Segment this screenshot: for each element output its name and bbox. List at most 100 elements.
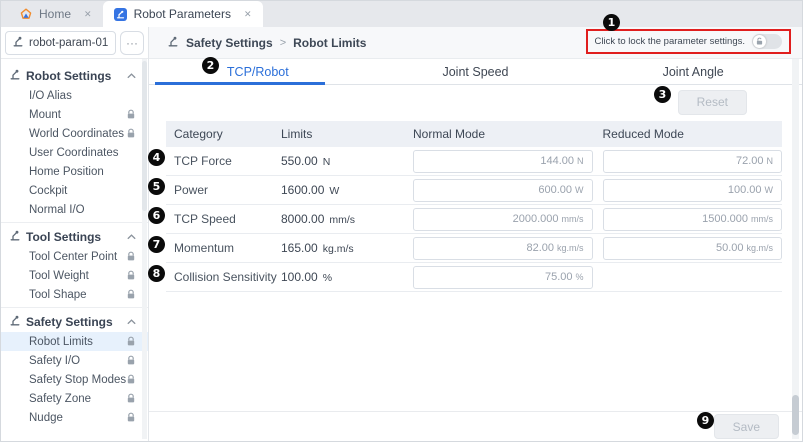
parameter-set-selector[interactable]: robot-param-01: [5, 31, 116, 55]
table-row-collision-sensitivity: Collision Sensitivity 100.00% 75.00%: [166, 263, 782, 292]
input-value: 2000.000: [513, 213, 559, 225]
sidebar-item-tool-weight[interactable]: Tool Weight: [1, 266, 148, 285]
sidebar-item-label: Safety Zone: [29, 393, 91, 405]
sidebar-item-tool-center-point[interactable]: Tool Center Point: [1, 247, 148, 266]
annotation-badge-9: 9: [697, 412, 714, 429]
normal-mode-input[interactable]: 82.00kg.m/s: [413, 237, 593, 260]
reduced-mode-input[interactable]: 1500.000mm/s: [603, 208, 783, 231]
sidebar-section-safety-settings[interactable]: Safety Settings: [1, 311, 148, 332]
input-unit: W: [575, 185, 584, 195]
sidebar-item-safety-stop-modes[interactable]: Safety Stop Modes: [1, 370, 148, 389]
more-options-button[interactable]: ···: [120, 31, 144, 55]
annotation-badge-1: 1: [603, 14, 620, 31]
robot-arm-icon: [9, 314, 21, 329]
limit-value: 100.00%: [281, 270, 403, 284]
input-unit: W: [765, 185, 774, 195]
limits-tab-strip: TCP/RobotJoint SpeedJoint Angle: [149, 59, 802, 85]
content-scrollbar-thumb[interactable]: [792, 395, 799, 435]
sidebar-item-label: Mount: [29, 109, 61, 121]
input-unit: mm/s: [751, 214, 773, 224]
parameter-lock-toggle[interactable]: [752, 34, 782, 49]
input-value: 1500.000: [702, 213, 748, 225]
table-row-tcp-speed: TCP Speed8000.00mm/s2000.000mm/s1500.000…: [166, 205, 782, 234]
normal-mode-input[interactable]: 600.00W: [413, 179, 593, 202]
reset-button[interactable]: Reset: [678, 90, 747, 115]
close-icon[interactable]: ✕: [244, 9, 252, 20]
sidebar-item-label: Home Position: [29, 166, 104, 178]
sidebar-header: robot-param-01 ···: [1, 27, 148, 59]
sidebar-section-tool-settings[interactable]: Tool Settings: [1, 226, 148, 247]
annotation-badge-4: 4: [148, 149, 165, 166]
sidebar-item-user-coordinates[interactable]: User Coordinates: [1, 143, 148, 162]
window-tab-bar: Home✕ Robot Parameters ✕: [1, 1, 803, 27]
content-header: Safety Settings > Robot Limits Click to …: [149, 27, 802, 59]
main-content: Safety Settings > Robot Limits Click to …: [149, 27, 802, 441]
save-button[interactable]: Save: [714, 414, 779, 439]
sidebar-item-home-position[interactable]: Home Position: [1, 162, 148, 181]
sidebar-item-tool-shape[interactable]: Tool Shape: [1, 285, 148, 304]
content-scrollbar[interactable]: [792, 59, 799, 439]
reduced-mode-input[interactable]: 72.00N: [603, 150, 783, 173]
lock-icon: [126, 374, 136, 385]
sidebar-section-label: Tool Settings: [26, 230, 101, 244]
reduced-mode-input[interactable]: 100.00W: [603, 179, 783, 202]
chevron-up-icon: [127, 73, 136, 79]
sidebar-item-world-coordinates[interactable]: World Coordinates: [1, 124, 148, 143]
section-divider: [1, 222, 148, 223]
window-tab-home[interactable]: Home✕: [9, 1, 103, 27]
sidebar-item-label: Tool Weight: [29, 270, 89, 282]
sidebar-scrollbar-thumb[interactable]: [142, 61, 147, 211]
window-tab-label: Robot Parameters: [134, 7, 231, 21]
sidebar-item-robot-limits[interactable]: Robot Limits: [1, 332, 148, 351]
close-icon[interactable]: ✕: [84, 9, 92, 20]
input-value: 50.00: [716, 242, 744, 254]
sidebar-item-label: Nudge: [29, 412, 63, 424]
normal-mode-input[interactable]: 2000.000mm/s: [413, 208, 593, 231]
column-header-reduced-mode: Reduced Mode: [603, 127, 783, 141]
input-value: 72.00: [736, 155, 764, 167]
tab-joint-speed[interactable]: Joint Speed: [367, 59, 585, 84]
lock-hint-text: Click to lock the parameter settings.: [595, 36, 745, 47]
sidebar-item-i-o-alias[interactable]: I/O Alias: [1, 86, 148, 105]
normal-mode-input[interactable]: 144.00N: [413, 150, 593, 173]
category-label: Power: [166, 183, 271, 197]
sidebar-scrollbar[interactable]: [142, 59, 147, 439]
limit-number: 550.00: [281, 154, 318, 168]
sidebar-item-label: Tool Shape: [29, 289, 87, 301]
content-spacer: [149, 292, 802, 411]
lock-hint-highlight-box: Click to lock the parameter settings.: [586, 29, 791, 54]
limit-value: 165.00kg.m/s: [281, 241, 403, 255]
sidebar-item-mount[interactable]: Mount: [1, 105, 148, 124]
limit-number: 1600.00: [281, 183, 324, 197]
lock-icon: [126, 412, 136, 423]
breadcrumb-item-safety-settings[interactable]: Safety Settings: [186, 36, 273, 50]
sidebar-menu: Robot Settings I/O Alias Mount World Coordi…: [1, 59, 148, 427]
sidebar-item-label: I/O Alias: [29, 90, 72, 102]
tab-joint-angle[interactable]: Joint Angle: [584, 59, 802, 84]
toggle-knob: [753, 35, 766, 48]
normal-mode-input[interactable]: 75.00%: [413, 266, 593, 289]
lock-icon: [126, 289, 136, 300]
lock-icon: [126, 270, 136, 281]
sidebar-item-label: Safety I/O: [29, 355, 80, 367]
category-label: Collision Sensitivity: [166, 270, 271, 284]
sidebar-item-nudge[interactable]: Nudge: [1, 408, 148, 427]
category-label: TCP Speed: [166, 212, 271, 226]
lock-icon: [126, 336, 136, 347]
section-divider: [1, 307, 148, 308]
input-value: 100.00: [728, 184, 762, 196]
sidebar-item-cockpit[interactable]: Cockpit: [1, 181, 148, 200]
reduced-mode-input[interactable]: 50.00kg.m/s: [603, 237, 783, 260]
sidebar-item-normal-i-o[interactable]: Normal I/O: [1, 200, 148, 219]
input-value: 75.00: [545, 271, 573, 283]
sidebar-item-safety-i-o[interactable]: Safety I/O: [1, 351, 148, 370]
sidebar-item-safety-zone[interactable]: Safety Zone: [1, 389, 148, 408]
window-tab-robot-parameters[interactable]: Robot Parameters ✕: [103, 1, 263, 27]
sidebar-section-robot-settings[interactable]: Robot Settings: [1, 65, 148, 86]
tab-tcp-robot[interactable]: TCP/Robot: [149, 59, 367, 84]
lock-icon: [126, 251, 136, 262]
input-value: 144.00: [540, 155, 574, 167]
robot-arm-icon: [9, 68, 21, 83]
sidebar-section-label: Safety Settings: [26, 315, 113, 329]
annotation-badge-3: 3: [654, 86, 671, 103]
